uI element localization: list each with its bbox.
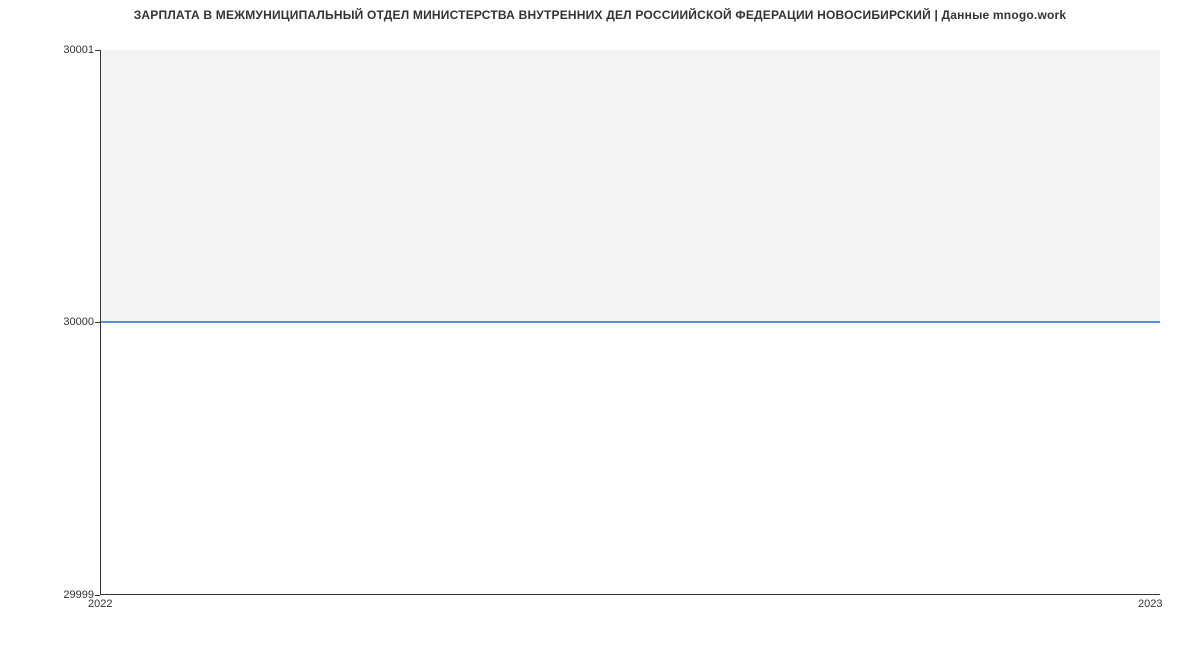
chart-line-series <box>101 321 1160 323</box>
x-tick-label: 2023 <box>1138 598 1162 610</box>
chart-plot-area <box>100 50 1160 595</box>
y-tick-mark <box>95 322 100 323</box>
chart-lower-fill <box>101 322 1160 594</box>
y-tick-label: 30000 <box>63 316 94 328</box>
y-tick-label: 30001 <box>63 44 94 56</box>
y-tick-mark <box>95 50 100 51</box>
chart-title: ЗАРПЛАТА В МЕЖМУНИЦИПАЛЬНЫЙ ОТДЕЛ МИНИСТ… <box>0 8 1200 22</box>
y-tick-mark <box>95 595 100 596</box>
x-tick-label: 2022 <box>88 598 112 610</box>
